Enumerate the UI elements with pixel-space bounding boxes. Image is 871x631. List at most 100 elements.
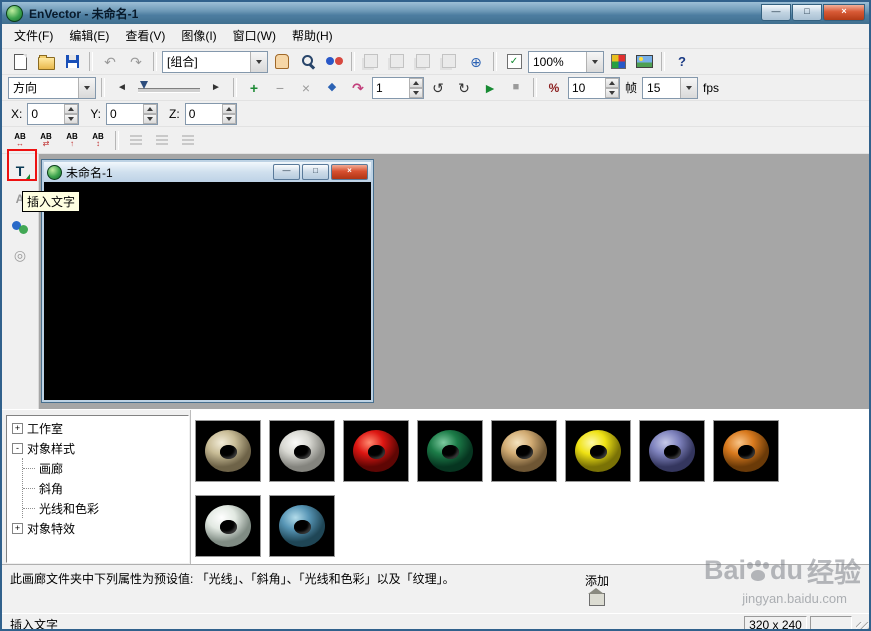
menu-edit[interactable]: 编辑(E)	[61, 25, 117, 47]
spin-up-icon[interactable]	[409, 77, 423, 88]
z-spinner[interactable]: 0	[184, 102, 237, 125]
options-button[interactable]: ✓	[502, 50, 526, 73]
gallery-tile[interactable]	[269, 420, 335, 482]
text-raise-button[interactable]: AB ↑	[60, 129, 84, 152]
total-frames-spinner[interactable]: 10	[568, 76, 620, 99]
palette-button[interactable]	[606, 50, 630, 73]
undo-button[interactable]: ↶	[98, 50, 122, 73]
gallery-tile[interactable]	[713, 420, 779, 482]
add-to-library-icon[interactable]	[588, 588, 605, 606]
cut-frame-button[interactable]: ×	[294, 76, 318, 99]
tree-item-object-effects[interactable]: + 对象特效	[7, 518, 188, 538]
spin-down-icon[interactable]	[143, 113, 158, 124]
spin-down-icon[interactable]	[64, 113, 79, 124]
gallery-tile[interactable]	[639, 420, 705, 482]
gallery-tile[interactable]	[491, 420, 557, 482]
x-spinner[interactable]: 0	[27, 102, 80, 125]
menu-file[interactable]: 文件(F)	[6, 25, 61, 47]
resize-grip[interactable]	[856, 622, 869, 629]
tree-label[interactable]: 对象样式	[27, 440, 75, 457]
rotate-cw-button[interactable]: ↻	[452, 76, 476, 99]
new-document-button[interactable]	[8, 50, 32, 73]
document-title-bar[interactable]: 未命名-1 — □ ×	[44, 162, 371, 182]
color-mode-button[interactable]	[322, 50, 346, 73]
context-help-button[interactable]: ?	[670, 50, 694, 73]
print-button[interactable]	[360, 50, 384, 73]
dropdown-arrow-icon[interactable]	[78, 77, 95, 98]
align-right-button[interactable]	[176, 129, 200, 152]
tree-label[interactable]: 画廊	[39, 460, 63, 477]
spin-up-icon[interactable]	[221, 103, 236, 114]
dropdown-arrow-icon[interactable]	[250, 51, 267, 72]
collapse-minus-icon[interactable]: -	[12, 442, 23, 454]
group-mode-select[interactable]: [组合]	[162, 50, 268, 73]
gallery-tile[interactable]	[195, 420, 261, 482]
maximize-button[interactable]: □	[792, 3, 822, 21]
direction-select[interactable]: 方向	[8, 76, 96, 99]
current-frame-value[interactable]: 1	[373, 78, 409, 98]
save-button[interactable]	[60, 50, 84, 73]
go-end-button[interactable]: ►	[204, 76, 228, 99]
document-maximize-button[interactable]: □	[302, 164, 329, 180]
document-minimize-button[interactable]: —	[273, 164, 300, 180]
stop-button[interactable]: ■	[504, 76, 528, 99]
remove-frame-button[interactable]: −	[268, 76, 292, 99]
total-frames-value[interactable]: 10	[569, 78, 605, 98]
gallery-tile[interactable]	[565, 420, 631, 482]
tree-item-studio[interactable]: + 工作室	[7, 418, 188, 438]
insert-image-tool[interactable]	[7, 214, 33, 240]
spin-down-icon[interactable]	[409, 87, 423, 98]
timeline-slider[interactable]	[138, 79, 200, 97]
menu-view[interactable]: 查看(V)	[117, 25, 173, 47]
preview-button[interactable]	[632, 50, 656, 73]
expand-plus-icon[interactable]: +	[12, 422, 23, 434]
dropdown-arrow-icon[interactable]	[586, 51, 603, 72]
keyframe-button[interactable]: ◆	[320, 76, 344, 99]
pan-tool-button[interactable]	[270, 50, 294, 73]
spin-down-icon[interactable]	[221, 113, 236, 124]
expand-plus-icon[interactable]: +	[12, 522, 23, 534]
add-frame-button[interactable]: +	[242, 76, 266, 99]
tree-item-object-styles[interactable]: - 对象样式	[7, 438, 188, 458]
y-value[interactable]: 0	[107, 104, 143, 124]
spin-up-icon[interactable]	[143, 103, 158, 114]
redo-button[interactable]: ↷	[124, 50, 148, 73]
gallery-tile[interactable]	[343, 420, 409, 482]
menu-window[interactable]: 窗口(W)	[225, 25, 284, 47]
align-center-button[interactable]	[150, 129, 174, 152]
spinner-arrows[interactable]	[143, 103, 158, 124]
spin-up-icon[interactable]	[64, 103, 79, 114]
print-preview-button[interactable]	[386, 50, 410, 73]
menu-image[interactable]: 图像(I)	[173, 25, 224, 47]
rotate-ccw-button[interactable]: ↺	[426, 76, 450, 99]
spin-down-icon[interactable]	[605, 87, 619, 98]
tree-item-gallery[interactable]: 画廊	[23, 458, 188, 478]
gallery-tile[interactable]	[417, 420, 483, 482]
tree-item-bevel[interactable]: 斜角	[23, 478, 188, 498]
text-spacing-v-button[interactable]: AB ↕	[86, 129, 110, 152]
gallery-tile[interactable]	[269, 495, 335, 557]
zoom-level-select[interactable]: 100%	[528, 50, 604, 73]
document-canvas[interactable]	[44, 182, 371, 400]
text-spacing-swap-button[interactable]: AB ⇄	[34, 129, 58, 152]
fps-select[interactable]: 15	[642, 76, 699, 99]
web-button[interactable]: ⊕	[464, 50, 488, 73]
spin-up-icon[interactable]	[605, 77, 619, 88]
menu-help[interactable]: 帮助(H)	[284, 25, 341, 47]
tree-label[interactable]: 斜角	[39, 480, 63, 497]
copy-page-button[interactable]	[412, 50, 436, 73]
current-frame-spinner[interactable]: 1	[372, 76, 424, 99]
export-button[interactable]	[438, 50, 462, 73]
tree-item-light-color[interactable]: 光线和色彩	[23, 498, 188, 518]
loop-button[interactable]: ↷	[346, 76, 370, 99]
y-spinner[interactable]: 0	[106, 102, 159, 125]
play-button[interactable]: ►	[478, 76, 502, 99]
align-left-button[interactable]	[124, 129, 148, 152]
z-value[interactable]: 0	[186, 104, 222, 124]
dropdown-arrow-icon[interactable]	[680, 77, 698, 98]
percent-button[interactable]: %	[542, 76, 566, 99]
x-value[interactable]: 0	[28, 104, 64, 124]
spinner-arrows[interactable]	[64, 103, 79, 124]
rotate-object-tool[interactable]: ◎	[7, 242, 33, 268]
zoom-tool-button[interactable]	[296, 50, 320, 73]
